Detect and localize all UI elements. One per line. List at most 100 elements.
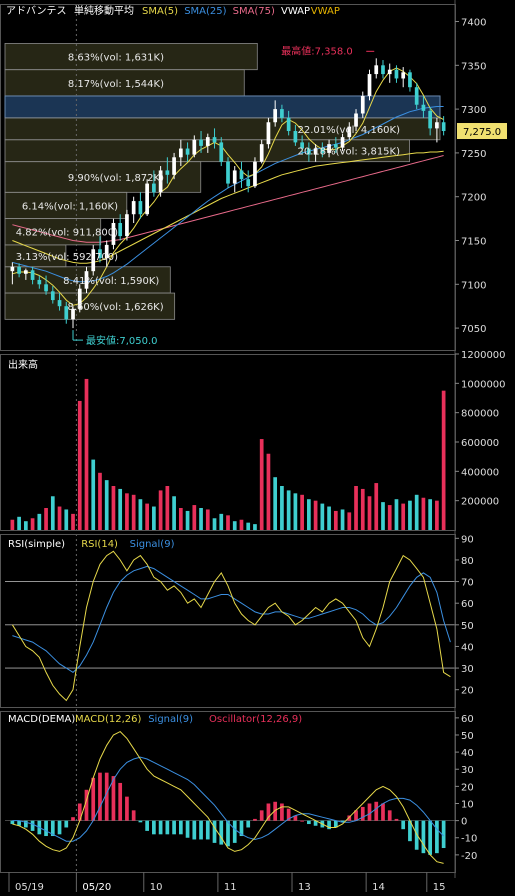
- candle-body: [394, 69, 399, 79]
- macd-oscillator-bar: [64, 820, 69, 828]
- legend-item-rsi: RSI(14): [81, 539, 118, 550]
- panel-frame-rsi: [0, 534, 456, 708]
- volume-bar: [71, 513, 75, 530]
- current-price-label: 7,275.0: [463, 127, 501, 138]
- macd-oscillator-bar: [232, 820, 237, 843]
- legend-item-main: VWAP: [311, 6, 340, 17]
- volume-bar: [205, 509, 210, 530]
- candle-body: [387, 69, 392, 75]
- x-axis-label: 14: [372, 882, 385, 893]
- volume-bar: [293, 493, 298, 530]
- legend-item-rsi: Signal(9): [130, 539, 175, 550]
- candle-body: [259, 144, 264, 162]
- x-axis-label: 10: [150, 882, 163, 893]
- candle-body: [360, 95, 365, 114]
- macd-oscillator-bar: [158, 820, 163, 835]
- volume-bar: [414, 494, 419, 530]
- macd-oscillator-bar: [165, 820, 170, 835]
- macd-oscillator-bar: [138, 820, 143, 823]
- macd-oscillator-bar: [199, 820, 203, 840]
- rsi-tick-label: 80: [461, 556, 474, 567]
- volume-bar: [246, 522, 251, 530]
- volume-bar: [131, 494, 136, 530]
- panel-frame-vol: [0, 354, 456, 531]
- candle-body: [145, 183, 149, 215]
- volume-bar: [77, 400, 82, 530]
- candle-body: [57, 300, 62, 307]
- macd-oscillator-bar: [435, 820, 439, 854]
- macd-oscillator-bar: [205, 820, 210, 840]
- macd-oscillator-bar: [401, 820, 406, 830]
- macd-oscillator-bar: [30, 820, 35, 831]
- volume-bar: [408, 500, 412, 530]
- volume-bar: [178, 508, 183, 530]
- volume-profile-label: 9.90%(vol: 1,872K): [68, 173, 164, 184]
- candle-body: [50, 291, 55, 301]
- candle-body: [178, 148, 183, 158]
- volume-profile-highlight: [4, 95, 441, 119]
- volume-bar: [84, 378, 89, 530]
- rsi-line: [11, 550, 451, 702]
- candle-body: [421, 104, 426, 111]
- candle-body: [408, 72, 412, 88]
- volume-bar: [374, 483, 379, 530]
- volume-tick-label: 1000000: [461, 379, 506, 390]
- candle-body: [246, 179, 251, 187]
- volume-bar: [17, 516, 21, 530]
- macd-oscillator-bar: [280, 803, 284, 821]
- candle-body: [23, 270, 28, 274]
- rsi-tick-label: 90: [461, 534, 474, 545]
- volume-bar: [333, 510, 338, 530]
- macd-tick-label: -20: [461, 851, 477, 862]
- volume-bar: [226, 515, 230, 530]
- macd-oscillator-bar: [226, 820, 230, 847]
- volume-profile-label: 8.63%(vol: 1,631K): [68, 53, 164, 64]
- volume-bar: [253, 524, 257, 530]
- volume-bar: [347, 512, 352, 530]
- volume-bar: [367, 496, 372, 530]
- macd-oscillator-bar: [172, 820, 176, 835]
- macd-tick-label: 40: [461, 748, 474, 759]
- price-tick-label: 7400: [461, 18, 486, 29]
- volume-bar: [441, 390, 446, 530]
- volume-bar: [50, 496, 55, 530]
- macd-oscillator-bar: [98, 772, 102, 821]
- volume-profile-label: 22.01%(vol: 4,160K): [298, 125, 401, 136]
- volume-bar: [354, 486, 358, 530]
- volume-bar: [104, 480, 109, 530]
- volume-bar: [266, 453, 271, 530]
- macd-oscillator-bar: [10, 820, 15, 825]
- macd-oscillator-bar: [131, 810, 136, 821]
- volume-bar: [30, 518, 35, 530]
- price-tick-label: 7350: [461, 61, 486, 72]
- candle-body: [37, 279, 42, 285]
- volume-bar: [232, 521, 237, 530]
- volume-bar: [98, 472, 102, 530]
- macd-oscillator-bar: [192, 820, 197, 840]
- legend-item-rsi: RSI(simple): [8, 539, 65, 550]
- macd-oscillator-bar: [118, 782, 123, 821]
- volume-bar: [428, 499, 433, 530]
- macd-oscillator-bar: [57, 820, 62, 835]
- macd-oscillator-bar: [44, 820, 48, 837]
- volume-bar: [172, 496, 176, 530]
- volume-bar: [199, 508, 203, 530]
- volume-bar: [185, 510, 190, 530]
- price-tick-label: 7150: [461, 237, 486, 248]
- volume-profile-label: 8.41%(vol: 1,590K): [63, 276, 159, 287]
- candle-body: [374, 65, 379, 75]
- legend-item-main: VWAP: [281, 6, 310, 17]
- rsi-tick-label: 70: [461, 578, 474, 589]
- price-tick-label: 7200: [461, 193, 486, 204]
- volume-bar: [138, 499, 143, 530]
- chart-root: 7050 7100 7150 7200 7250 7300 7350 7400 200000 40…: [0, 0, 515, 896]
- volume-profile-label: 3.13%(vol: 592,700): [16, 252, 118, 263]
- candle-body: [414, 87, 419, 105]
- candle-body: [30, 270, 35, 280]
- macd-oscillator-bar: [125, 796, 129, 821]
- candle-body: [125, 214, 129, 237]
- volume-bar: [259, 439, 264, 530]
- legend-item-main: アドバンテス: [6, 5, 67, 17]
- candle-body: [441, 122, 446, 132]
- macd-oscillator-bar: [300, 820, 304, 822]
